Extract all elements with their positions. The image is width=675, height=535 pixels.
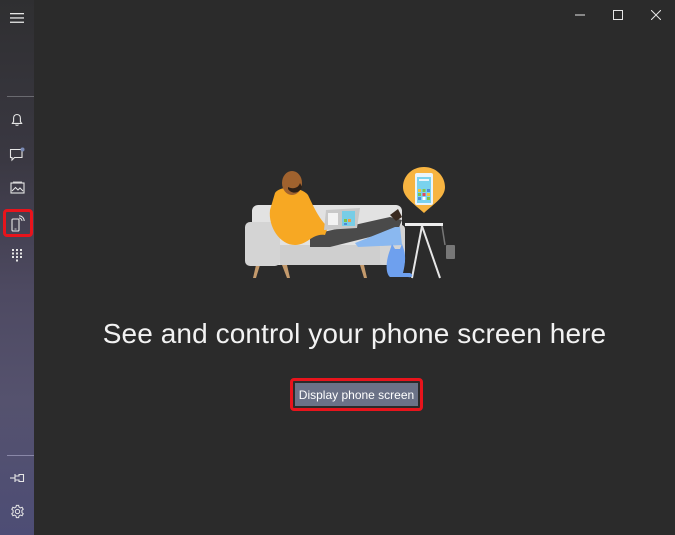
minimize-icon <box>575 14 585 16</box>
minimize-button[interactable] <box>561 0 599 30</box>
maximize-icon <box>613 10 623 20</box>
phone-screen-icon <box>10 214 25 232</box>
hamburger-menu-button[interactable] <box>0 3 34 33</box>
dialpad-icon <box>12 249 22 262</box>
display-phone-screen-button[interactable]: Display phone screen <box>295 383 418 406</box>
hamburger-menu-icon <box>10 13 24 23</box>
photo-icon <box>9 181 25 194</box>
sidebar-divider <box>7 96 34 97</box>
sidebar-item-pin[interactable] <box>0 463 34 493</box>
sidebar-divider-bottom <box>7 455 34 456</box>
sidebar-item-messages[interactable] <box>0 139 34 169</box>
sidebar-item-phone-screen[interactable] <box>0 208 34 238</box>
page-headline: See and control your phone screen here <box>102 318 607 349</box>
gear-icon <box>10 504 24 518</box>
person-on-couch-illustration <box>245 167 455 279</box>
couch-legs <box>253 265 367 278</box>
laptop <box>324 208 360 230</box>
cta-highlight: Display phone screen <box>290 378 423 411</box>
phone-pin-badge <box>403 167 445 213</box>
bell-icon <box>11 113 23 126</box>
window-controls <box>561 0 675 30</box>
maximize-button[interactable] <box>599 0 637 30</box>
close-button[interactable] <box>637 0 675 30</box>
your-phone-window: See and control your phone screen here D… <box>0 0 675 535</box>
side-table <box>405 223 455 279</box>
sidebar <box>0 0 34 535</box>
pin-icon <box>10 473 25 483</box>
sidebar-item-photos[interactable] <box>0 172 34 202</box>
sidebar-item-settings[interactable] <box>0 496 34 526</box>
unread-badge <box>20 147 25 151</box>
chat-bubble-icon <box>9 147 25 161</box>
sidebar-item-calls[interactable] <box>0 240 34 270</box>
close-icon <box>651 10 661 20</box>
sidebar-item-notifications[interactable] <box>0 105 34 135</box>
